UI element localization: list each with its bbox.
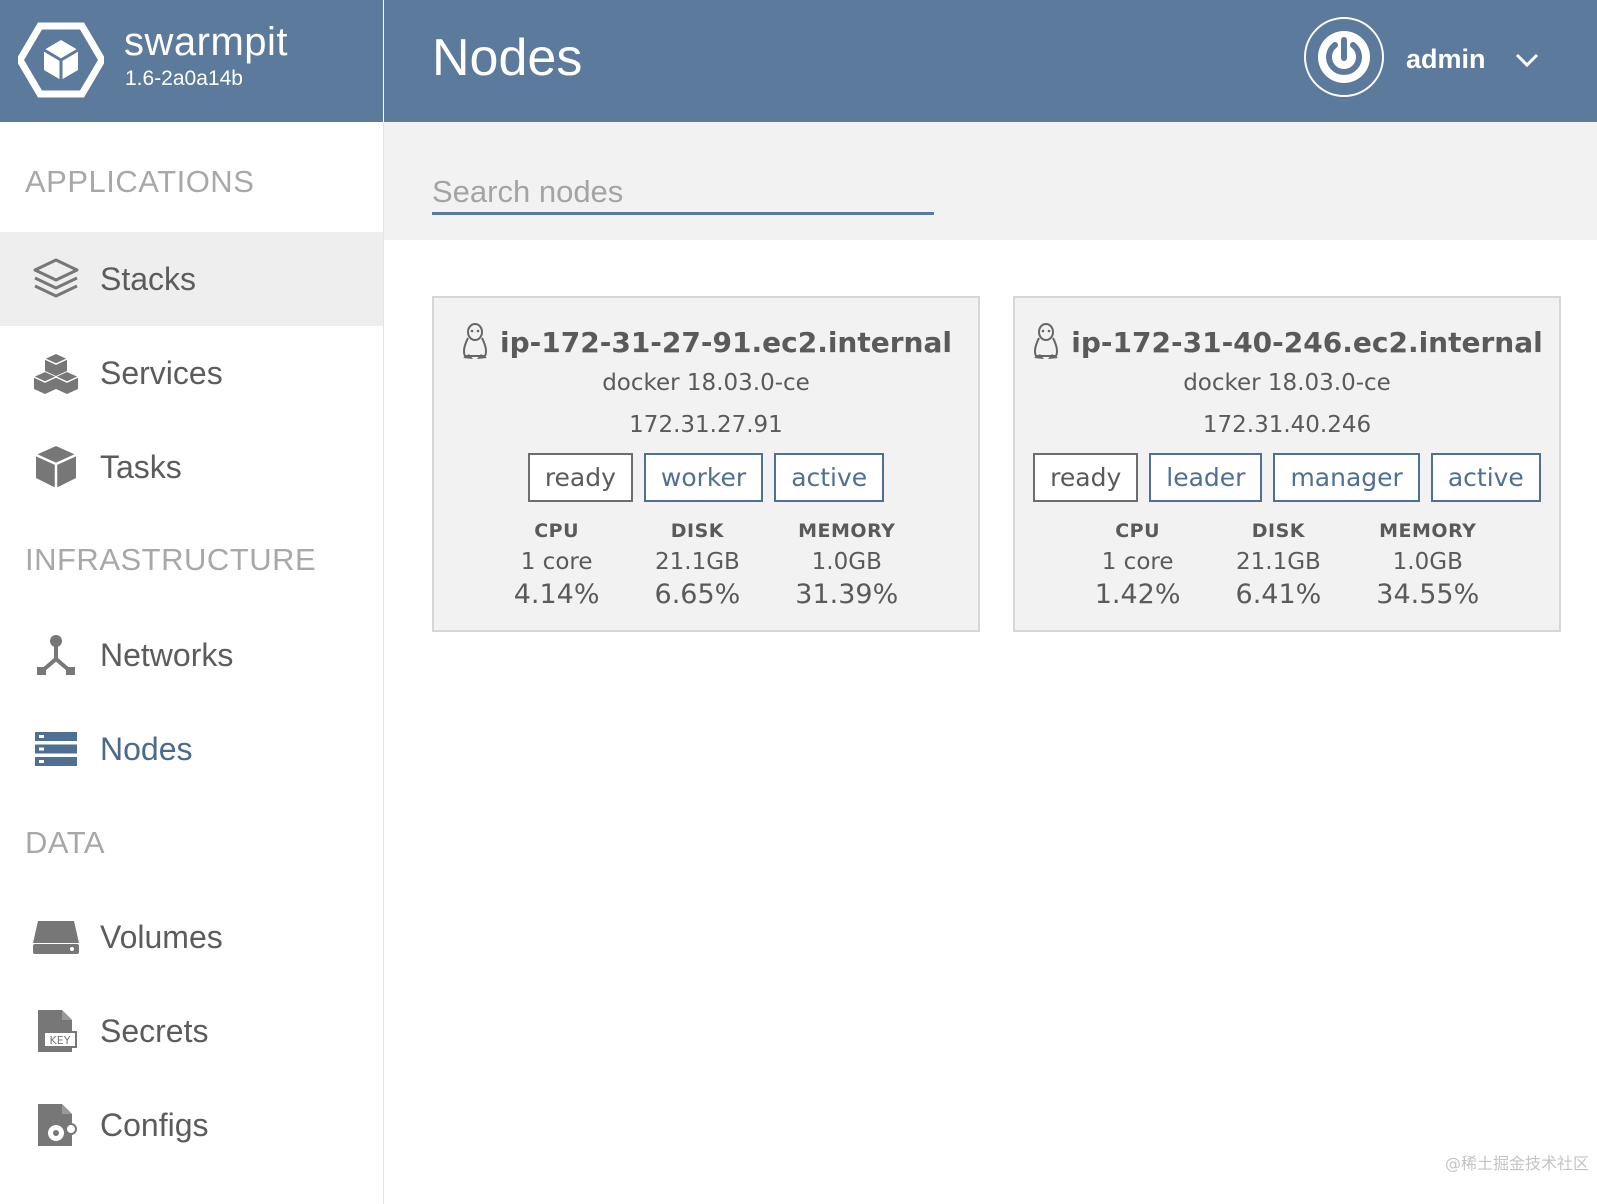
power-icon [1318, 31, 1370, 83]
availability-badge: active [1430, 453, 1541, 502]
sidebar-item-secrets[interactable]: KEY Secrets [0, 984, 383, 1078]
node-title: ip-172-31-27-91.ec2.internal [434, 322, 978, 362]
search-input[interactable] [432, 172, 934, 215]
drive-icon [31, 912, 81, 962]
chevron-down-icon[interactable] [1511, 44, 1543, 76]
cpu-resource: CPU 1 core 1.42% [1095, 520, 1181, 610]
linux-icon [1034, 323, 1059, 359]
node-resources: CPU 1 core 1.42% DISK 21.1GB 6.41% MEMOR… [1015, 520, 1559, 610]
node-name[interactable]: ip-172-31-40-246.ec2.internal [1071, 326, 1542, 359]
resource-label: MEMORY [1379, 520, 1477, 542]
state-badge: ready [527, 453, 633, 502]
network-icon [31, 630, 81, 680]
sidebar-item-label: Networks [100, 636, 234, 673]
sidebar-item-label: Services [100, 354, 223, 391]
resource-label: CPU [1115, 520, 1161, 542]
availability-badge: active [774, 453, 885, 502]
sidebar-item-tasks[interactable]: Tasks [0, 420, 383, 514]
brand-version: 1.6-2a0a14b [125, 67, 243, 90]
role-badge: worker [643, 453, 764, 502]
resource-capacity: 1.0GB [1392, 549, 1463, 575]
resource-label: DISK [1251, 520, 1306, 542]
sidebar-item-label: Nodes [100, 730, 193, 767]
cubes-icon [31, 348, 81, 398]
memory-resource: MEMORY 1.0GB 31.39% [795, 520, 898, 610]
server-icon [31, 724, 81, 774]
resource-usage: 4.14% [513, 579, 600, 610]
node-title: ip-172-31-40-246.ec2.internal [1015, 322, 1559, 362]
node-engine: docker 18.03.0-ce [602, 370, 810, 396]
sidebar-item-label: Volumes [100, 918, 223, 955]
sidebar-item-nodes[interactable]: Nodes [0, 702, 383, 796]
resource-label: CPU [534, 520, 580, 542]
resource-usage: 6.41% [1235, 579, 1322, 610]
resource-usage: 1.42% [1094, 579, 1181, 610]
node-engine: docker 18.03.0-ce [1183, 370, 1391, 396]
resource-capacity: 1.0GB [811, 549, 882, 575]
app-bar: Nodes admin [384, 0, 1597, 122]
sidebar-item-services[interactable]: Services [0, 326, 383, 420]
state-badge: ready [1033, 453, 1139, 502]
section-title-infrastructure: INFRASTRUCTURE [25, 542, 317, 577]
page-title: Nodes [432, 29, 583, 87]
sidebar-item-networks[interactable]: Networks [0, 608, 383, 702]
sidebar-item-volumes[interactable]: Volumes [0, 890, 383, 984]
watermark: @稀土掘金技术社区 [1444, 1154, 1589, 1173]
resource-usage: 31.39% [795, 579, 899, 610]
svg-text:KEY: KEY [50, 1034, 71, 1047]
sidebar-item-label: Configs [100, 1106, 209, 1143]
resource-label: MEMORY [798, 520, 896, 542]
sidebar-item-stacks[interactable]: Stacks [0, 232, 383, 326]
node-card[interactable]: ip-172-31-40-246.ec2.internal docker 18.… [1013, 296, 1561, 632]
search-bar [384, 122, 1597, 240]
memory-resource: MEMORY 1.0GB 34.55% [1376, 520, 1479, 610]
sidebar-item-label: Stacks [100, 260, 197, 297]
resource-usage: 6.65% [654, 579, 741, 610]
node-resources: CPU 1 core 4.14% DISK 21.1GB 6.65% MEMOR… [434, 520, 978, 610]
brand-name: swarmpit [124, 20, 289, 64]
node-ip: 172.31.40.246 [1202, 412, 1372, 438]
role-badge: manager [1273, 453, 1420, 502]
resource-capacity: 1 core [520, 549, 593, 575]
section-title-applications: APPLICATIONS [25, 164, 255, 199]
brand-header: swarmpit 1.6-2a0a14b [0, 0, 383, 122]
cube-icon [31, 442, 81, 492]
cpu-resource: CPU 1 core 4.14% [514, 520, 600, 610]
node-labels: ready worker active [434, 453, 978, 502]
key-file-icon: KEY [31, 1006, 81, 1056]
linux-icon [463, 323, 488, 359]
swarmpit-logo-icon [18, 22, 104, 98]
sidebar-item-configs[interactable]: Configs [0, 1078, 383, 1172]
node-name[interactable]: ip-172-31-27-91.ec2.internal [500, 326, 952, 359]
disk-resource: DISK 21.1GB 6.65% [655, 520, 741, 610]
disk-resource: DISK 21.1GB 6.41% [1236, 520, 1322, 610]
resource-label: DISK [670, 520, 725, 542]
node-ip: 172.31.27.91 [629, 412, 783, 438]
node-card[interactable]: ip-172-31-27-91.ec2.internal docker 18.0… [432, 296, 980, 632]
section-title-data: DATA [25, 825, 106, 860]
sidebar-item-label: Secrets [100, 1012, 209, 1049]
sidebar-item-label: Tasks [100, 448, 182, 485]
layers-icon [31, 254, 81, 304]
resource-usage: 34.55% [1376, 579, 1480, 610]
resource-capacity: 1 core [1101, 549, 1174, 575]
avatar[interactable] [1304, 17, 1384, 97]
username[interactable]: admin [1406, 44, 1486, 75]
resource-capacity: 21.1GB [655, 549, 740, 575]
settings-file-icon [31, 1100, 81, 1150]
sidebar: APPLICATIONS Stacks Services Tasks INFRA… [0, 122, 384, 1204]
node-labels: ready leader manager active [1015, 453, 1559, 502]
leader-badge: leader [1149, 453, 1263, 502]
resource-capacity: 21.1GB [1236, 549, 1321, 575]
